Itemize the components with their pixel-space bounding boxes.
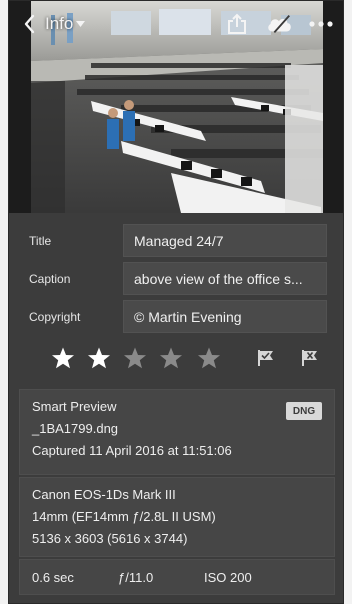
pick-flag-icon[interactable] [256, 348, 276, 368]
share-button[interactable] [223, 10, 251, 38]
file-info-panel: Smart Preview _1BA1799.dng Captured 11 A… [19, 389, 335, 475]
dropdown-caret-icon [76, 21, 86, 27]
top-toolbar: Info [9, 1, 343, 47]
more-button[interactable] [307, 10, 335, 38]
title-field[interactable]: Managed 24/7 [123, 224, 327, 257]
copyright-row: Copyright © Martin Evening [9, 298, 343, 335]
copyright-label: Copyright [29, 309, 81, 324]
info-label: Info [45, 14, 74, 33]
preview-type: Smart Preview [32, 399, 117, 414]
copyright-field[interactable]: © Martin Evening [123, 300, 327, 333]
star-3-icon[interactable] [123, 346, 147, 370]
reject-flag-icon[interactable] [300, 348, 320, 368]
exposure-panel: 0.6 sec ƒ/11.0 ISO 200 [19, 559, 335, 595]
star-2-icon[interactable] [87, 346, 111, 370]
shutter-speed: 0.6 sec [32, 569, 74, 585]
info-menu-button[interactable]: Info [45, 14, 86, 34]
photo-preview[interactable]: Info [9, 1, 343, 213]
iso-value: ISO 200 [204, 569, 252, 585]
aperture: ƒ/11.0 [118, 569, 154, 585]
lens-info: 14mm (EF14mm ƒ/2.8L II USM) [32, 509, 216, 524]
filename: _1BA1799.dng [32, 421, 119, 436]
more-icon [309, 21, 333, 27]
camera-model: Canon EOS-1Ds Mark III [32, 487, 176, 502]
cloud-sync-button[interactable] [265, 10, 293, 38]
rating-bar [9, 341, 343, 375]
capture-date: Captured 11 April 2016 at 11:51:06 [32, 443, 232, 458]
cloud-sync-icon [268, 14, 291, 34]
star-4-icon[interactable] [159, 346, 183, 370]
back-chevron-icon [24, 14, 35, 34]
share-icon [228, 13, 246, 34]
title-label: Title [29, 233, 52, 248]
caption-row: Caption above view of the office s... [9, 260, 343, 297]
star-5-icon[interactable] [197, 346, 221, 370]
image-dimensions: 5136 x 3603 (5616 x 3744) [32, 531, 188, 546]
star-1-icon[interactable] [51, 346, 75, 370]
camera-info-panel: Canon EOS-1Ds Mark III 14mm (EF14mm ƒ/2.… [19, 477, 335, 557]
dng-badge: DNG [286, 402, 322, 420]
title-row: Title Managed 24/7 [9, 222, 343, 259]
metadata-fields: Title Managed 24/7 Caption above view of… [9, 213, 343, 336]
back-button[interactable] [19, 10, 39, 38]
info-screen: Info Title Managed 24/7 Caption above vi… [8, 0, 344, 604]
caption-label: Caption [29, 271, 71, 286]
caption-field[interactable]: above view of the office s... [123, 262, 327, 295]
